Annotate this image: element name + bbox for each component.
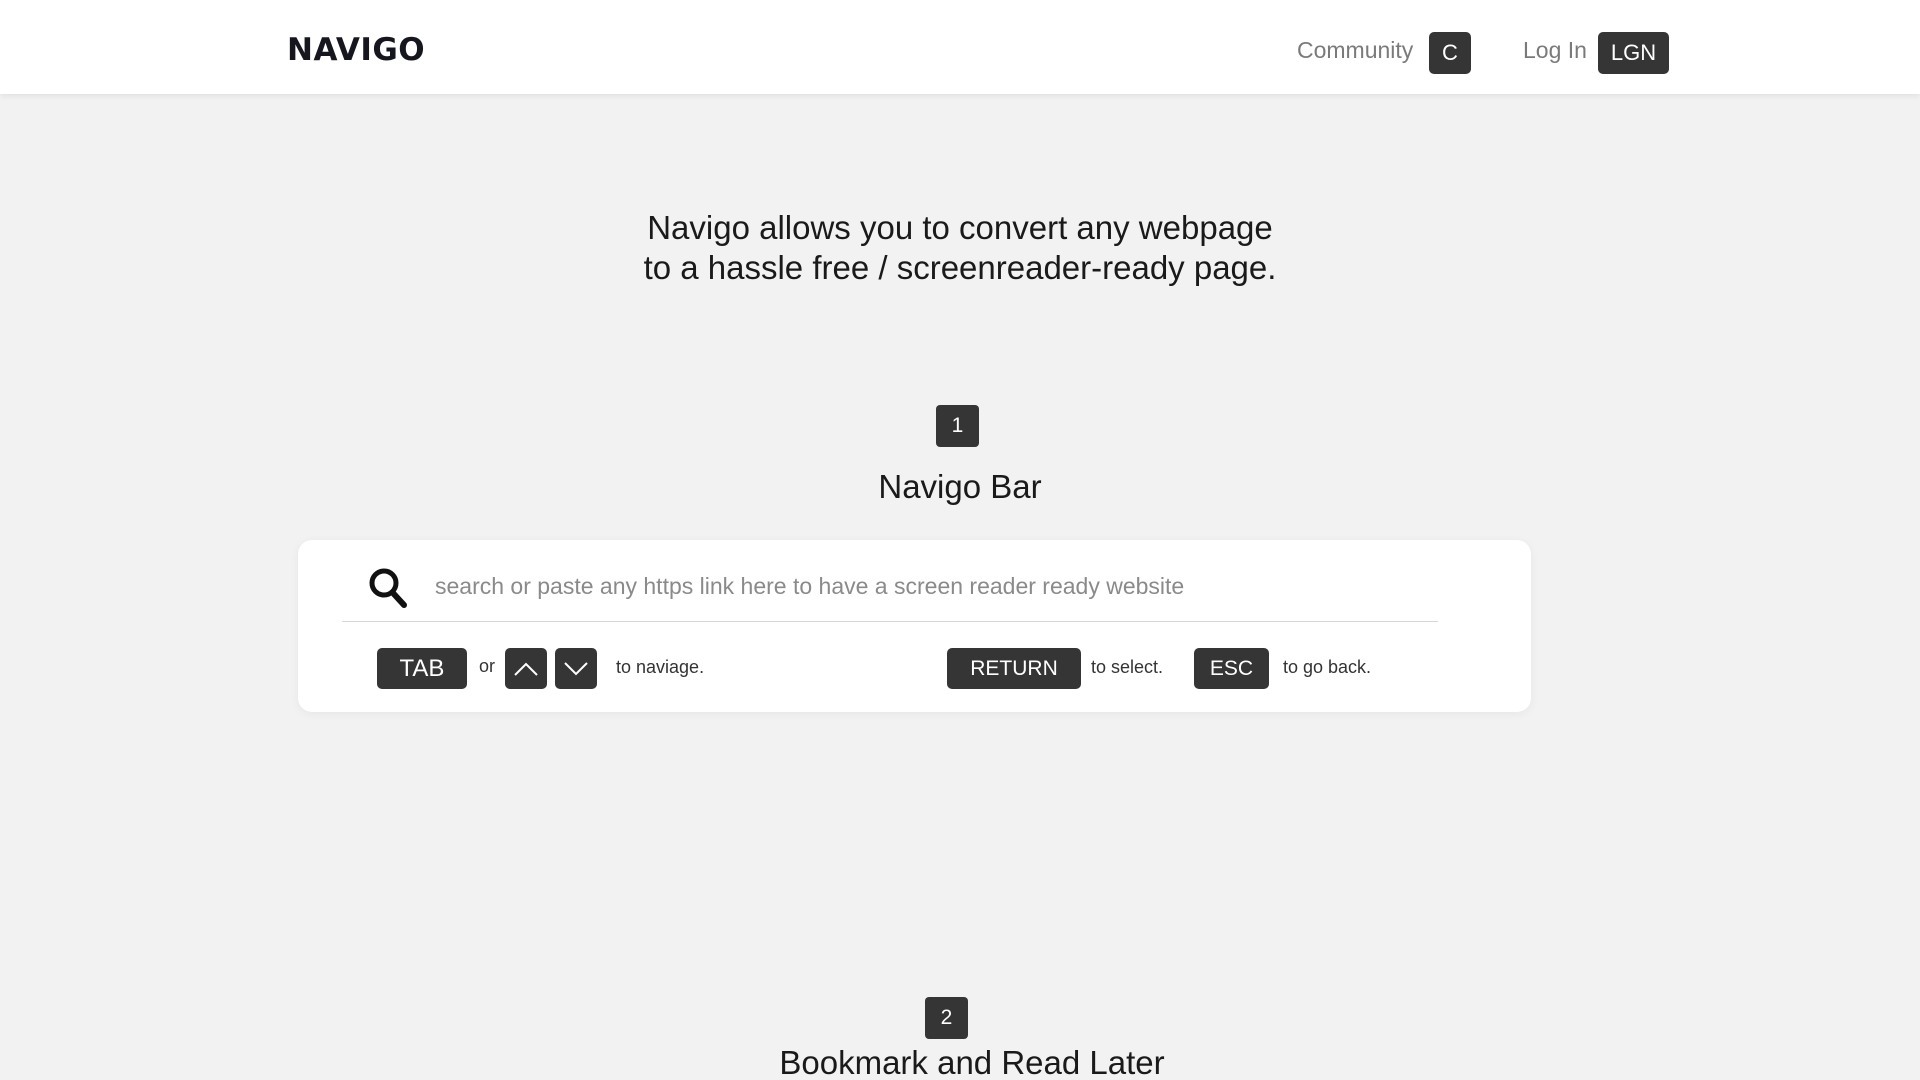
navigo-bar: TAB or to naviage. RETURN to select. ESC…	[298, 540, 1531, 712]
top-navbar: NAVIGO Community C Log In LGN	[0, 0, 1920, 94]
step-badge-1: 1	[936, 405, 979, 447]
or-text: or	[479, 656, 496, 676]
search-icon[interactable]	[368, 567, 408, 609]
section-title-navigo-bar: Navigo Bar	[878, 468, 1042, 505]
back-hint: to go back.	[1283, 657, 1372, 677]
chevron-up-icon	[505, 648, 547, 689]
tab-key: TAB	[377, 648, 467, 689]
login-shortcut-key[interactable]: LGN	[1598, 32, 1669, 74]
step-badge-2: 2	[925, 997, 968, 1039]
navigo-logo[interactable]: NAVIGO	[287, 32, 425, 68]
intro-line-1: Navigo allows you to convert any webpage	[647, 209, 1273, 246]
search-divider	[342, 621, 1438, 622]
community-shortcut-key[interactable]: C	[1429, 32, 1471, 74]
intro-line-2: to a hassle free / screenreader-ready pa…	[643, 249, 1277, 286]
select-hint: to select.	[1091, 657, 1164, 677]
page: NAVIGO Community C Log In LGN Navigo all…	[0, 0, 1920, 1080]
intro-text: Navigo allows you to convert any webpage…	[0, 208, 1920, 288]
search-input[interactable]	[435, 564, 1385, 608]
login-link[interactable]: Log In	[1523, 37, 1587, 64]
esc-key: ESC	[1194, 648, 1269, 689]
return-key: RETURN	[947, 648, 1081, 689]
navigate-hint: to naviage.	[616, 657, 705, 677]
community-link[interactable]: Community	[1297, 37, 1413, 64]
section-title-bookmark: Bookmark and Read Later	[779, 1044, 1165, 1080]
chevron-down-icon	[555, 648, 597, 689]
